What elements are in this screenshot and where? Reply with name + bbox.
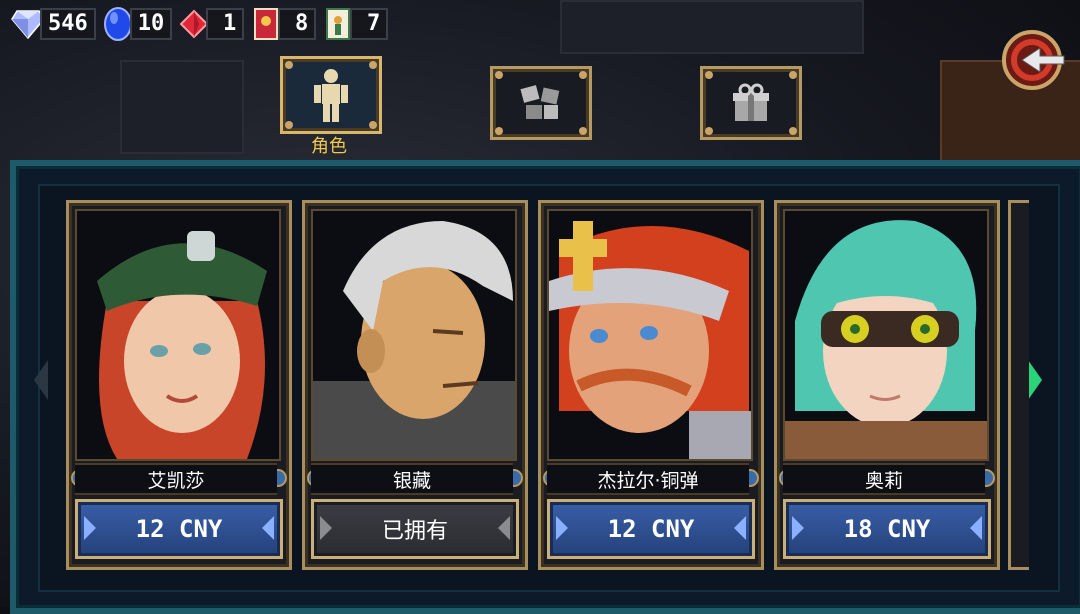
price-label: 12 CNY bbox=[607, 515, 695, 543]
buy-button[interactable]: 12 CNY bbox=[547, 499, 755, 559]
chevron-left-icon[interactable] bbox=[34, 360, 48, 400]
chevron-right-icon[interactable] bbox=[1028, 360, 1042, 400]
tab-gift[interactable] bbox=[700, 66, 802, 140]
character-card[interactable]: 奥莉 18 CNY bbox=[774, 200, 1000, 570]
character-name: 奥莉 bbox=[783, 463, 985, 495]
next-character-card-peek[interactable] bbox=[1008, 200, 1029, 570]
tarot-count: 7 bbox=[350, 8, 389, 40]
sapphire-count: 10 bbox=[129, 8, 173, 40]
character-portrait bbox=[75, 209, 281, 461]
gift-box-icon bbox=[703, 69, 799, 137]
currency-ruby: 1 bbox=[176, 6, 245, 42]
buy-button[interactable]: 12 CNY bbox=[75, 499, 283, 559]
tab-dice[interactable] bbox=[490, 66, 592, 140]
currency-sapphire: 10 bbox=[100, 6, 173, 42]
character-name: 艾凯莎 bbox=[75, 463, 277, 495]
owned-label: 已拥有 bbox=[381, 519, 448, 544]
dice-icon bbox=[493, 69, 589, 137]
back-arrow-icon bbox=[1002, 30, 1065, 90]
character-portrait bbox=[547, 209, 753, 461]
currency-bar: 546 10 1 8 7 bbox=[10, 6, 389, 42]
price-label: 18 CNY bbox=[843, 515, 931, 543]
buy-button[interactable]: 18 CNY bbox=[783, 499, 991, 559]
currency-ticket: 8 bbox=[248, 6, 317, 42]
character-card[interactable]: 杰拉尔·铜弹 12 CNY bbox=[538, 200, 764, 570]
character-portrait bbox=[783, 209, 989, 461]
owned-button[interactable]: 已拥有 bbox=[311, 499, 519, 559]
tab-character[interactable] bbox=[280, 56, 382, 134]
character-name: 银藏 bbox=[311, 463, 513, 495]
diamond-count: 546 bbox=[40, 8, 96, 40]
character-portrait bbox=[311, 209, 517, 461]
ticket-count: 8 bbox=[278, 8, 317, 40]
character-card[interactable]: 银藏 已拥有 bbox=[302, 200, 528, 570]
ruby-count: 1 bbox=[206, 8, 245, 40]
currency-tarot: 7 bbox=[320, 6, 389, 42]
price-label: 12 CNY bbox=[135, 515, 223, 543]
tab-character-label: 角色 bbox=[311, 136, 347, 157]
character-figure-icon bbox=[283, 59, 379, 131]
character-name: 杰拉尔·铜弹 bbox=[547, 463, 749, 495]
character-card[interactable]: 艾凯莎 12 CNY bbox=[66, 200, 292, 570]
back-button[interactable] bbox=[1002, 20, 1068, 100]
currency-diamond: 546 bbox=[10, 6, 96, 42]
